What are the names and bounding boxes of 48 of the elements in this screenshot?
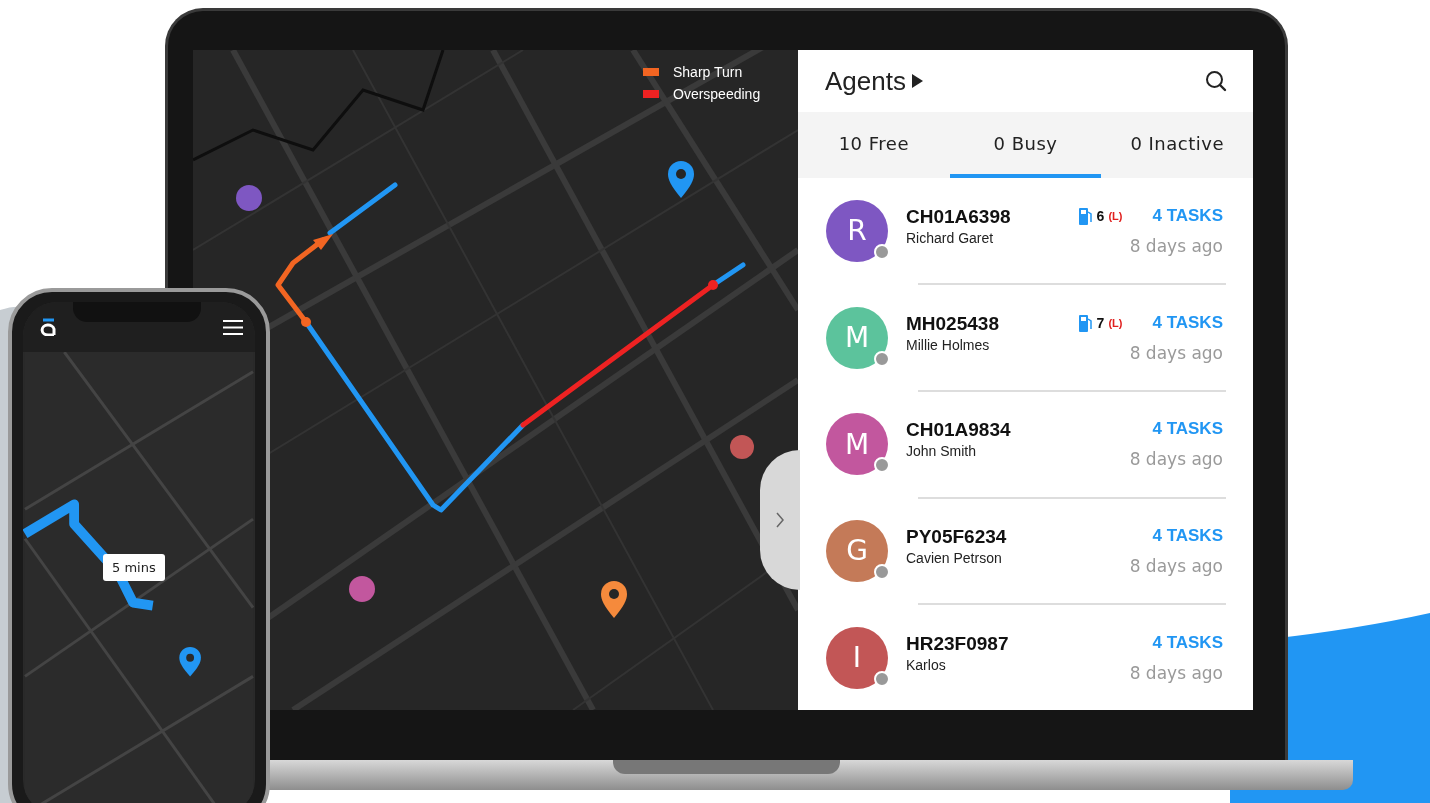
vehicle-plate: CH01A9834 [906,419,1012,442]
status-dot [874,243,890,260]
eta-tooltip: 5 mins [103,554,165,581]
app-logo-icon [39,318,57,336]
fuel-level-label: (L) [1108,316,1123,329]
play-arrow-icon [911,74,923,89]
legend-label: Sharp Turn [673,64,743,80]
agent-avatar: R [826,199,888,262]
legend-label: Overspeeding [673,86,761,102]
vehicle-plate: CH01A6398 [906,205,1012,228]
status-dot [874,457,890,474]
tasks-link[interactable]: 4 TASKS [1152,525,1223,546]
agent-avatar: G [826,519,888,582]
agent-avatar: I [826,626,888,689]
status-tab[interactable]: 0 Inactive [1101,112,1253,179]
tasks-link[interactable]: 4 TASKS [1152,205,1223,226]
agent-name: Cavien Petrson [906,549,1003,566]
fuel-pump-icon [1078,313,1093,332]
last-seen-time: 8 days ago [1129,555,1223,576]
chevron-right-icon [775,511,785,529]
agent-name: Richard Garet [906,229,995,246]
agent-name: Millie Holmes [906,336,991,353]
agent-name: Karlos [906,656,947,673]
status-dot [874,670,890,687]
last-seen-time: 8 days ago [1129,449,1223,470]
agent-name: John Smith [906,443,978,460]
tasks-link[interactable]: 4 TASKS [1152,312,1223,333]
status-tab[interactable]: 10 Free [798,112,950,179]
agent-avatar: M [826,306,888,369]
fuel-level-label: (L) [1108,209,1123,222]
vehicle-plate: MH025438 [906,312,1000,335]
status-dot [874,563,890,580]
panel-title: Agents [825,65,906,97]
vehicle-plate: PY05F6234 [906,525,1008,548]
status-tab[interactable]: 0 Busy [949,112,1102,179]
last-seen-time: 8 days ago [1129,662,1223,683]
last-seen-time: 8 days ago [1129,235,1223,256]
tasks-link[interactable]: 4 TASKS [1152,632,1223,653]
search-icon[interactable] [1205,70,1227,93]
menu-icon[interactable] [223,319,243,335]
status-dot [874,350,890,367]
vehicle-plate: HR23F0987 [906,632,1010,655]
fuel-pump-icon [1078,206,1093,225]
fuel-count: 7 [1096,314,1105,331]
fuel-count: 6 [1096,207,1105,224]
last-seen-time: 8 days ago [1129,342,1223,363]
agent-avatar: M [826,413,888,476]
tasks-link[interactable]: 4 TASKS [1152,419,1223,440]
